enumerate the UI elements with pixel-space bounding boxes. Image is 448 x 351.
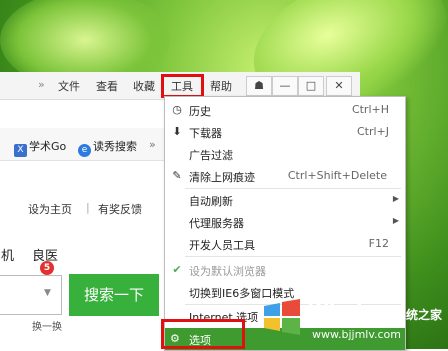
- menu-item-label: 代理服务器: [189, 217, 244, 230]
- chevron-down-icon[interactable]: ▼: [44, 288, 51, 298]
- tools-highlight-box: [161, 74, 204, 98]
- menu-item-dev-tools[interactable]: 开发人员工具 F12: [165, 233, 405, 255]
- menu-item-label: 清除上网痕迹: [189, 171, 255, 184]
- windows-logo-icon: [264, 299, 300, 335]
- chevron-icon[interactable]: »: [38, 78, 45, 91]
- menu-view[interactable]: 查看: [96, 78, 118, 94]
- menu-item-downloader[interactable]: ⬇ 下载器 Ctrl+J: [165, 121, 405, 143]
- menu-file[interactable]: 文件: [58, 78, 80, 94]
- menu-favorites[interactable]: 收藏: [133, 78, 155, 94]
- menu-item-ad-filter[interactable]: 广告过滤: [165, 143, 405, 165]
- search-input[interactable]: ▼: [0, 275, 62, 315]
- close-button[interactable]: ✕: [326, 76, 352, 96]
- submenu-arrow-icon: ▶: [392, 216, 399, 225]
- menu-item-label: 开发人员工具: [189, 239, 255, 252]
- menu-item-shortcut: F12: [368, 237, 389, 250]
- favorite-label: 读秀搜索: [93, 140, 137, 153]
- tab-machine[interactable]: 机: [1, 245, 14, 264]
- watermark-url: www.bjjmlv.com: [312, 328, 401, 341]
- menu-help[interactable]: 帮助: [210, 78, 232, 94]
- download-icon: ⬇: [172, 125, 182, 138]
- options-highlight-box: [161, 319, 245, 349]
- maximize-button[interactable]: □: [298, 76, 324, 96]
- feedback-link[interactable]: 有奖反馈: [98, 201, 142, 217]
- clock-icon: ◷: [172, 103, 182, 116]
- favorite-item[interactable]: e 读秀搜索: [78, 138, 137, 157]
- menu-item-set-default: ✔ 设为默认浏览器: [165, 259, 405, 281]
- menu-item-shortcut: Ctrl+J: [356, 125, 389, 138]
- menu-item-auto-refresh[interactable]: 自动刷新 ▶: [165, 189, 405, 211]
- favorite-item[interactable]: X 学术Go: [14, 138, 66, 157]
- minimize-button[interactable]: —: [272, 76, 298, 96]
- menu-item-history[interactable]: ◷ 历史 Ctrl+H: [165, 99, 405, 121]
- watermark-windows-text: Windows: [308, 300, 405, 322]
- menu-item-clear-traces[interactable]: ✎ 清除上网痕迹 Ctrl+Shift+Delete: [165, 165, 405, 187]
- menu-item-proxy[interactable]: 代理服务器 ▶: [165, 211, 405, 233]
- skin-icon[interactable]: ☗: [246, 76, 272, 96]
- xs-icon: X: [14, 144, 27, 157]
- notification-badge: 5: [40, 261, 54, 275]
- set-home-link[interactable]: 设为主页: [28, 201, 72, 217]
- menu-item-label: 历史: [189, 105, 211, 118]
- menu-item-label: 广告过滤: [189, 149, 233, 162]
- refresh-link[interactable]: 换一换: [32, 318, 62, 333]
- watermark-cn-text: 系统之家: [394, 308, 443, 322]
- favorite-label: 学术Go: [29, 140, 67, 153]
- menu-item-label: 下载器: [189, 127, 222, 140]
- ie-icon: e: [78, 144, 91, 157]
- submenu-arrow-icon: ▶: [392, 194, 399, 203]
- menu-item-label: 自动刷新: [189, 195, 233, 208]
- watermark: Windows 系统之家 www.bjjmlv.com: [258, 290, 448, 349]
- menu-item-shortcut: Ctrl+H: [351, 103, 389, 116]
- search-button[interactable]: 搜索一下: [69, 274, 159, 316]
- link-separator: |: [86, 201, 90, 214]
- more-icon[interactable]: »: [149, 138, 156, 151]
- brush-icon: ✎: [172, 169, 182, 182]
- menu-item-label: 设为默认浏览器: [189, 265, 266, 278]
- check-icon: ✔: [172, 263, 182, 276]
- menu-separator: [185, 256, 401, 257]
- menu-item-shortcut: Ctrl+Shift+Delete: [287, 169, 387, 182]
